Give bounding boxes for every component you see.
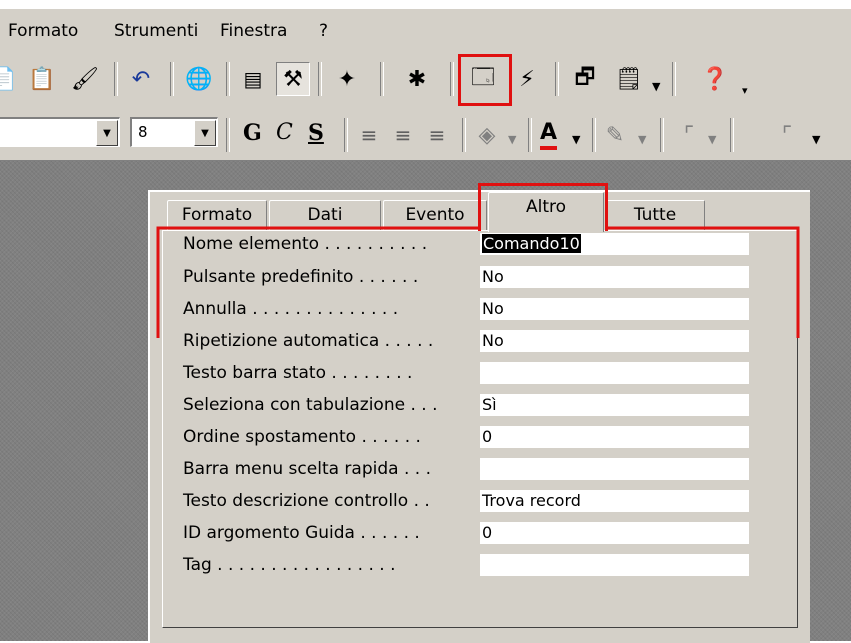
line-color-icon[interactable]: ✎ bbox=[598, 118, 632, 152]
properties-highlight bbox=[458, 54, 512, 106]
property-label: Ordine spostamento . . . . . . bbox=[183, 427, 421, 447]
new-object-icon[interactable]: 🗒 bbox=[612, 62, 646, 96]
toolbar-separator bbox=[528, 118, 532, 152]
property-row[interactable]: Ripetizione automatica . . . . . No bbox=[183, 330, 749, 353]
property-row[interactable]: Nome elemento . . . . . . . . . . Comand… bbox=[183, 233, 749, 256]
property-value-field[interactable]: Trova record bbox=[480, 490, 749, 512]
property-label: ID argomento Guida . . . . . . bbox=[183, 523, 420, 543]
toolbar-separator bbox=[170, 62, 174, 96]
property-value-field[interactable]: 0 bbox=[480, 426, 749, 448]
toolbar-separator bbox=[380, 62, 384, 96]
property-row[interactable]: ID argomento Guida . . . . . . 0 bbox=[183, 522, 749, 545]
property-value-field[interactable]: No bbox=[480, 298, 749, 320]
special-effect-icon[interactable]: ⌜ bbox=[770, 118, 804, 152]
copy-icon[interactable]: 📄 bbox=[0, 62, 20, 96]
tab-formato[interactable]: Formato bbox=[167, 200, 267, 230]
property-row[interactable]: Barra menu scelta rapida . . . bbox=[183, 458, 749, 481]
property-label: Barra menu scelta rapida . . . bbox=[183, 459, 431, 479]
menu-formato[interactable]: Formato bbox=[8, 21, 78, 41]
new-object-dropdown-icon[interactable]: ▼ bbox=[652, 80, 660, 93]
menu-finestra[interactable]: Finestra bbox=[220, 21, 287, 41]
property-label: Ripetizione automatica . . . . . bbox=[183, 331, 434, 351]
database-window-icon[interactable]: 🗗 bbox=[568, 62, 602, 96]
toolbar-separator bbox=[114, 62, 118, 96]
web-globe-icon[interactable]: 🌐 bbox=[182, 62, 216, 96]
menu-help[interactable]: ? bbox=[319, 21, 328, 41]
property-value-field[interactable] bbox=[480, 554, 749, 576]
build-wand-icon[interactable]: ⚡ bbox=[510, 62, 544, 96]
fill-color-dropdown-icon[interactable]: ▼ bbox=[508, 133, 516, 146]
paste-icon[interactable]: 📋 bbox=[25, 62, 59, 96]
property-row[interactable]: Annulla . . . . . . . . . . . . . . No bbox=[183, 298, 749, 321]
bold-button[interactable]: G bbox=[243, 120, 262, 146]
menu-bar: Formato Strumenti Finestra ? bbox=[0, 8, 851, 53]
border-width-icon[interactable]: ⌜ bbox=[672, 118, 706, 152]
font-color-dropdown-icon[interactable]: ▼ bbox=[572, 133, 580, 146]
toolbar-separator bbox=[226, 62, 230, 96]
chevron-down-icon[interactable]: ▼ bbox=[96, 120, 118, 146]
selected-value: Comando10 bbox=[482, 234, 581, 253]
property-row[interactable]: Testo barra stato . . . . . . . . bbox=[183, 362, 749, 385]
tab-dati[interactable]: Dati bbox=[269, 200, 381, 230]
property-value-field[interactable] bbox=[480, 458, 749, 480]
font-size-combo[interactable]: 8 ▼ bbox=[130, 117, 218, 147]
undo-icon[interactable]: ↶ bbox=[124, 62, 158, 96]
toolbar-separator bbox=[660, 118, 664, 152]
toolbar-separator bbox=[450, 62, 454, 96]
toolbar-separator bbox=[592, 118, 596, 152]
help-icon[interactable]: ❓ bbox=[698, 62, 732, 96]
tab-evento[interactable]: Evento bbox=[383, 200, 487, 230]
property-row[interactable]: Seleziona con tabulazione . . . Sì bbox=[183, 394, 749, 417]
standard-toolbar: 📄 📋 🖌 ↶ 🌐 ▤ ⚒ ✦ ✱ 🗔 ⚡ 🗗 🗒 ▼ ❓ ▾ bbox=[0, 52, 851, 108]
property-value-field[interactable]: 0 bbox=[480, 522, 749, 544]
toolbar-separator bbox=[730, 118, 734, 152]
italic-button[interactable]: C bbox=[276, 120, 293, 145]
tab-altro[interactable]: Altro bbox=[488, 192, 604, 232]
chevron-down-icon[interactable]: ▼ bbox=[194, 120, 216, 146]
format-painter-icon[interactable]: 🖌 bbox=[68, 62, 102, 96]
border-width-dropdown-icon[interactable]: ▼ bbox=[708, 133, 716, 146]
special-effect-dropdown-icon[interactable]: ▼ bbox=[812, 133, 820, 146]
font-name-combo[interactable]: ▼ bbox=[0, 117, 120, 147]
property-row[interactable]: Tag . . . . . . . . . . . . . . . . . bbox=[183, 554, 749, 577]
toolbar-options-icon[interactable]: ▾ bbox=[742, 84, 748, 97]
toolbox-icon[interactable]: ⚒ bbox=[276, 62, 310, 96]
property-row[interactable]: Ordine spostamento . . . . . . 0 bbox=[183, 426, 749, 449]
property-label: Nome elemento . . . . . . . . . . bbox=[183, 234, 428, 254]
align-right-icon[interactable]: ≡ bbox=[420, 118, 454, 152]
field-list-icon[interactable]: ▤ bbox=[236, 62, 270, 96]
line-color-dropdown-icon[interactable]: ▼ bbox=[638, 133, 646, 146]
font-color-button[interactable]: A bbox=[540, 120, 558, 150]
property-value-field[interactable]: Comando10 bbox=[480, 233, 749, 255]
property-label: Tag . . . . . . . . . . . . . . . . . bbox=[183, 555, 396, 575]
code-icon[interactable]: ✱ bbox=[400, 62, 434, 96]
fill-color-icon[interactable]: ◈ bbox=[470, 118, 504, 152]
property-label: Testo descrizione controllo . . bbox=[183, 491, 430, 511]
tab-tutte[interactable]: Tutte bbox=[605, 200, 705, 230]
property-value-field[interactable]: No bbox=[480, 330, 749, 352]
align-left-icon[interactable]: ≡ bbox=[352, 118, 386, 152]
toolbar-separator bbox=[672, 62, 676, 96]
underline-button[interactable]: S bbox=[308, 120, 324, 146]
property-row[interactable]: Testo descrizione controllo . . Trova re… bbox=[183, 490, 749, 513]
formatting-toolbar: ▼ 8 ▼ G C S ≡ ≡ ≡ ◈ ▼ A ▼ ✎ ▼ ⌜ ▼ ⌜ ▼ bbox=[0, 108, 851, 161]
autoformat-icon[interactable]: ✦ bbox=[330, 62, 364, 96]
font-size-value: 8 bbox=[138, 123, 148, 141]
property-label: Annulla . . . . . . . . . . . . . . bbox=[183, 299, 399, 319]
menu-strumenti[interactable]: Strumenti bbox=[114, 21, 198, 41]
toolbar-separator bbox=[344, 118, 348, 152]
property-label: Seleziona con tabulazione . . . bbox=[183, 395, 438, 415]
toolbar-separator bbox=[226, 118, 230, 152]
property-row[interactable]: Pulsante predefinito . . . . . . No bbox=[183, 266, 749, 289]
property-value-field[interactable]: No bbox=[480, 266, 749, 288]
property-value-field[interactable] bbox=[480, 362, 749, 384]
toolbar-separator bbox=[462, 118, 466, 152]
align-center-icon[interactable]: ≡ bbox=[386, 118, 420, 152]
property-value-field[interactable]: Sì bbox=[480, 394, 749, 416]
toolbar-separator bbox=[555, 62, 559, 96]
property-label: Testo barra stato . . . . . . . . bbox=[183, 363, 413, 383]
property-label: Pulsante predefinito . . . . . . bbox=[183, 267, 419, 287]
toolbar-separator bbox=[318, 62, 322, 96]
